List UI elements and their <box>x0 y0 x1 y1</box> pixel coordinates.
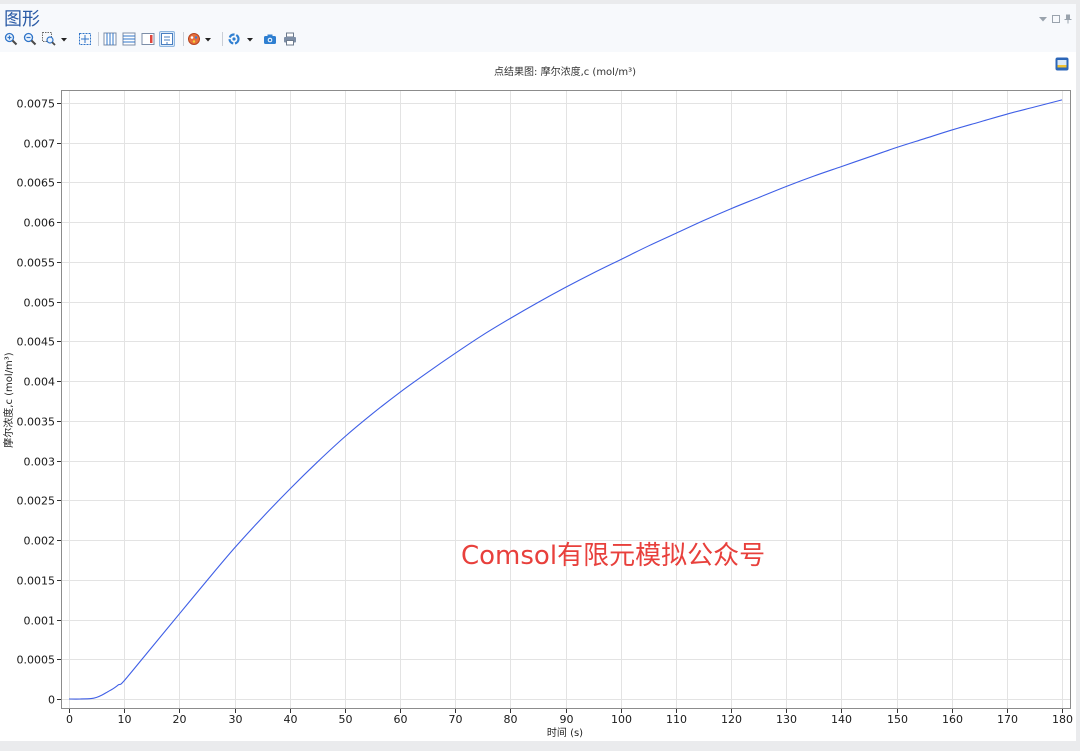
y-tick-label: 0.0025 <box>17 495 56 508</box>
x-tick-label: 180 <box>1052 713 1073 726</box>
series-group <box>68 99 1063 700</box>
legend-icon <box>141 33 155 45</box>
plot-icon <box>1055 57 1069 71</box>
toolbar-separator <box>183 32 184 46</box>
x-tick-label: 130 <box>776 713 797 726</box>
y-tick-label: 0.0005 <box>17 654 56 667</box>
x-tick-label: 0 <box>66 713 73 726</box>
y-tick-label: 0 <box>48 694 55 707</box>
y-tick-label: 0.0065 <box>17 177 56 190</box>
x-tick-label: 170 <box>997 713 1018 726</box>
y-tick-label: 0.002 <box>24 535 56 548</box>
chevron-down-icon <box>61 38 67 42</box>
window-header: 图形 <box>0 4 1076 52</box>
horizontal-grid-lines-button[interactable] <box>121 31 137 47</box>
x-tick-label: 110 <box>666 713 687 726</box>
text-box-icon <box>161 33 173 45</box>
maximize-button[interactable] <box>1051 14 1061 24</box>
zoom-in-button[interactable] <box>3 31 19 47</box>
maximize-icon <box>1052 15 1060 23</box>
y-tick-label: 0.0015 <box>17 575 56 588</box>
y-tick-label: 0.005 <box>24 297 56 310</box>
y-tick-label: 0.001 <box>24 615 56 628</box>
x-tick-label: 60 <box>394 713 408 726</box>
circular-arrows-icon <box>228 33 240 45</box>
y-tick-label: 0.004 <box>24 376 56 389</box>
zoom-extents-icon <box>79 33 91 45</box>
x-tick-label: 70 <box>449 713 463 726</box>
y-tick-label: 0.0055 <box>17 257 56 270</box>
plot-canvas[interactable]: 0 10 20 30 40 50 60 70 80 90 100 110 120 130 140 150 160… <box>0 52 1076 741</box>
y-tick-label: 0.0075 <box>17 98 56 111</box>
x-tick-label: 30 <box>229 713 243 726</box>
palette-icon <box>188 33 200 45</box>
x-tick-label: 80 <box>504 713 518 726</box>
x-tick-label: 160 <box>942 713 963 726</box>
circular-arrows-button[interactable] <box>226 31 242 47</box>
x-tick-label: 100 <box>611 713 632 726</box>
x-tick-label: 120 <box>721 713 742 726</box>
plot-title: 点结果图: 摩尔浓度,c (mol/m³) <box>494 65 636 78</box>
x-tick-label: 90 <box>560 713 574 726</box>
horizontal-grid-lines-icon <box>122 32 136 46</box>
collapse-button[interactable] <box>1038 14 1048 24</box>
collapse-icon <box>1039 17 1047 22</box>
graphics-window: 图形 0 10 20 30 40 50 60 70 80 90 100 110 … <box>0 4 1076 741</box>
watermark-text: Comsol有限元模拟公众号 <box>461 541 766 571</box>
zoom-in-icon <box>4 32 18 46</box>
zoom-box-dropdown-button[interactable] <box>60 31 68 47</box>
pin-button[interactable] <box>1063 14 1073 24</box>
print-button[interactable] <box>282 31 298 47</box>
toolbar-separator <box>98 32 99 46</box>
legend-button[interactable] <box>140 31 156 47</box>
x-tick-label: 140 <box>831 713 852 726</box>
palette-dropdown-button[interactable] <box>204 31 212 47</box>
y-tick-label: 0.006 <box>24 217 56 230</box>
circular-arrows-dropdown-button[interactable] <box>246 31 254 47</box>
zoom-extents-button[interactable] <box>77 31 93 47</box>
gridlines-group <box>61 90 1071 709</box>
snapshot-button[interactable] <box>262 31 278 47</box>
window-title: 图形 <box>4 9 40 30</box>
text-box-button[interactable] <box>159 31 175 47</box>
palette-button[interactable] <box>186 31 202 47</box>
chevron-down-icon <box>205 38 211 42</box>
x-tick-label: 40 <box>284 713 298 726</box>
zoom-box-button[interactable] <box>41 31 57 47</box>
zoom-out-icon <box>23 32 37 46</box>
zoom-out-button[interactable] <box>22 31 38 47</box>
plot-settings-button[interactable] <box>1055 57 1069 71</box>
x-tick-label: 50 <box>339 713 353 726</box>
x-tick-label: 10 <box>118 713 132 726</box>
axes-group: 0 10 20 30 40 50 60 70 80 90 100 110 120 130 140 150 160… <box>17 90 1073 726</box>
camera-icon <box>264 34 276 44</box>
y-axis-label: 摩尔浓度,c (mol/m³) <box>2 352 15 448</box>
series-line <box>68 99 1063 700</box>
y-tick-label: 0.0045 <box>17 336 56 349</box>
vertical-grid-lines-icon <box>103 32 117 46</box>
printer-icon <box>284 32 296 46</box>
chevron-down-icon <box>247 38 253 42</box>
y-tick-label: 0.003 <box>24 456 56 469</box>
y-tick-label: 0.0035 <box>17 416 56 429</box>
x-tick-label: 20 <box>173 713 187 726</box>
plot-area: 0 10 20 30 40 50 60 70 80 90 100 110 120 130 140 150 160… <box>0 52 1076 741</box>
toolbar-separator <box>222 32 223 46</box>
zoom-box-icon <box>42 32 56 46</box>
x-tick-label: 150 <box>887 713 908 726</box>
x-axis-label: 时间 (s) <box>547 726 583 739</box>
y-tick-label: 0.007 <box>24 138 56 151</box>
pin-icon <box>1064 14 1072 24</box>
vertical-grid-lines-button[interactable] <box>102 31 118 47</box>
